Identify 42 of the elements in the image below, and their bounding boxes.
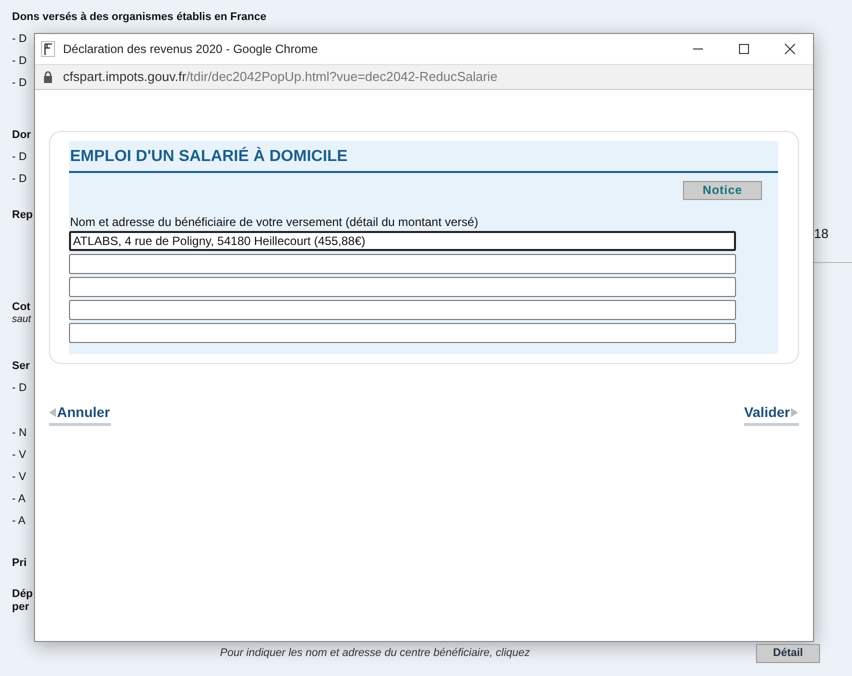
- input-field[interactable]: [69, 300, 736, 320]
- list-item-text: - N: [12, 426, 27, 441]
- list-item-text: - D: [12, 381, 27, 396]
- section-heading: per: [12, 601, 30, 614]
- section-note: saut: [12, 314, 31, 326]
- close-icon[interactable]: [784, 43, 796, 55]
- window-title: Déclaration des revenus 2020 - Google Chrome: [63, 41, 319, 58]
- amount-text: 18: [814, 225, 828, 243]
- site-favicon: [41, 41, 55, 57]
- list-item-text: - A: [12, 514, 26, 529]
- section-heading: Dép: [12, 588, 33, 601]
- list-item-text: - D: [12, 150, 27, 165]
- section-heading: Cot: [12, 300, 30, 315]
- instruction-text: Pour indiquer les nom et adresse du centre bénéficiaire, cliquez: [220, 646, 530, 661]
- section-heading: Rep: [12, 208, 33, 223]
- section-heading: Dor: [12, 128, 31, 143]
- form-title: EMPLOI D'UN SALARIÉ À DOMICILE: [69, 141, 778, 173]
- notice-button[interactable]: Notice: [683, 181, 762, 200]
- url-path: /tdir/dec2042PopUp.html?vue=dec2042-ReducSalarie: [186, 68, 498, 86]
- left-triangle-icon: [49, 408, 56, 417]
- lock-icon: [43, 71, 53, 83]
- list-item-text: - V: [12, 470, 26, 485]
- right-triangle-icon: [791, 408, 798, 417]
- section-heading: Pri: [12, 556, 27, 571]
- list-item-text: - D: [12, 172, 27, 187]
- list-item-text: - D: [12, 54, 27, 69]
- maximize-icon[interactable]: [738, 43, 750, 55]
- section-heading: Dons versés à des organismes établis en France: [12, 10, 266, 25]
- input-field[interactable]: [69, 254, 736, 274]
- list-item-text: - A: [12, 492, 26, 507]
- field-label: Nom et adresse du bénéficiaire de votre versement (détail du montant versé): [69, 214, 480, 231]
- submit-link[interactable]: Valider: [744, 402, 799, 426]
- cancel-link[interactable]: Annuler: [49, 402, 111, 426]
- list-item-text: - D: [12, 76, 27, 91]
- input-field[interactable]: [69, 323, 736, 343]
- input-field[interactable]: [69, 277, 736, 297]
- section-heading: Ser: [12, 359, 30, 374]
- list-item-text: - D: [12, 32, 27, 47]
- input-field[interactable]: ATLABS, 4 rue de Poligny, 54180 Heillecourt (455,88€): [69, 231, 736, 251]
- list-item-text: - V: [12, 448, 26, 463]
- detail-button[interactable]: Détail: [756, 644, 820, 662]
- url-host: cfspart.impots.gouv.fr: [63, 68, 186, 86]
